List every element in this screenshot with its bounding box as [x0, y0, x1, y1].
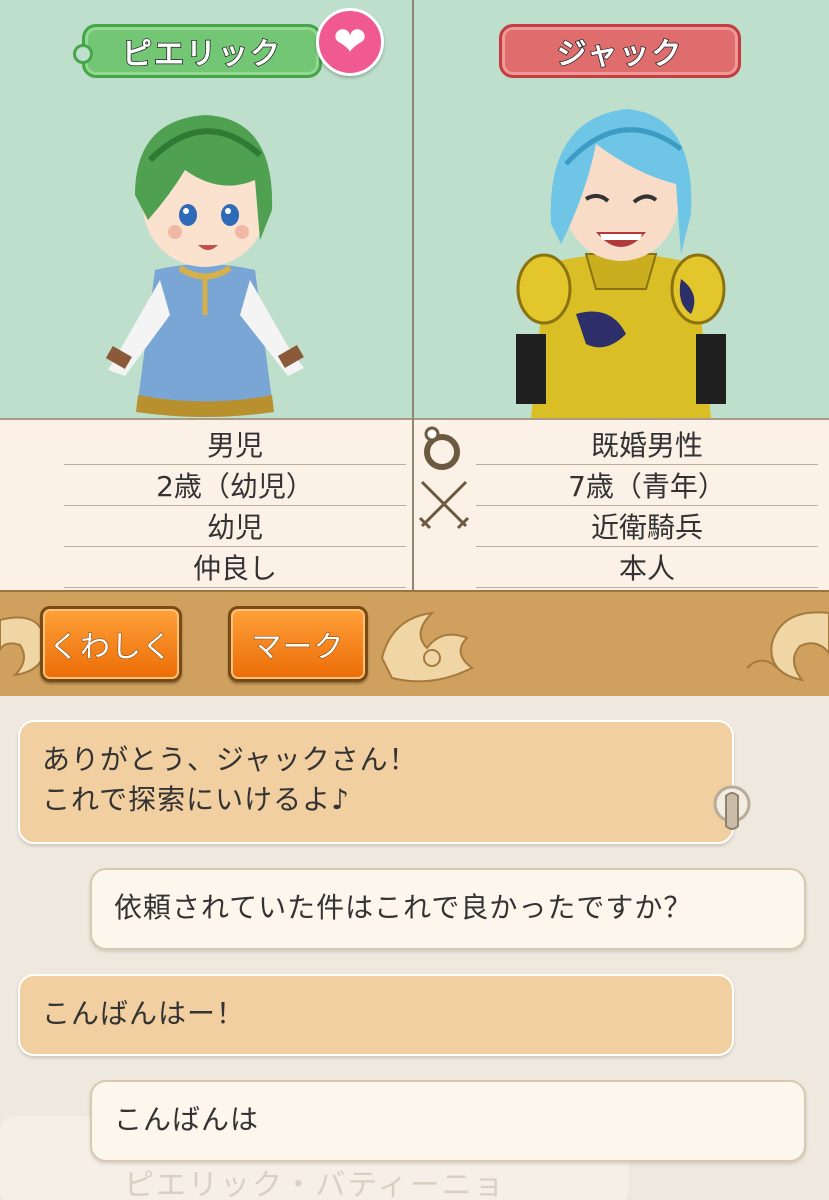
right-character-name: ジャック — [556, 36, 684, 73]
message-line: こんばんはー！ — [42, 997, 246, 1030]
left-character-name: ピエリック — [121, 36, 282, 73]
right-info-gender: 既婚男性 — [476, 424, 818, 465]
right-character-name-tag[interactable]: ジャック — [499, 24, 741, 78]
chat-message-self[interactable]: 依頼されていた件はこれで良かったですか？ — [90, 868, 806, 950]
right-info-relationship: 本人 — [476, 547, 818, 588]
message-line: 依頼されていた件はこれで良かったですか？ — [114, 891, 693, 924]
ornament-center — [380, 611, 474, 683]
right-info-age: 7歳（青年） — [476, 465, 818, 506]
details-button[interactable]: くわしく — [40, 606, 182, 682]
right-info-occupation: 近衛騎兵 — [476, 506, 818, 547]
message-line: ありがとう、ジャックさん！ — [42, 743, 418, 776]
left-info-gender: 男児 — [64, 424, 406, 465]
crossed-swords-icon — [418, 480, 470, 530]
mark-button-label: マーク — [251, 630, 345, 666]
left-character-avatar — [105, 115, 304, 417]
heart-icon: ❤ — [333, 19, 367, 65]
chat-message-self[interactable]: こんばんは — [90, 1080, 806, 1162]
right-character-info: 既婚男性 7歳（青年） 近衛騎兵 本人 — [476, 424, 818, 588]
left-info-age: 2歳（幼児） — [64, 465, 406, 506]
ring-icon — [424, 426, 460, 470]
ornament-right — [746, 611, 829, 682]
status-icons — [418, 426, 470, 530]
left-character-info: 男児 2歳（幼児） 幼児 仲良し — [64, 424, 406, 588]
chat-area[interactable]: ピエリック・バティーニョ ありがとう、ジャックさん！ これで探索にいけるよ♪ 依… — [0, 696, 829, 1200]
background-name-text: ピエリック・バティーニョ — [124, 1168, 506, 1200]
mark-button[interactable]: マーク — [228, 606, 368, 682]
panel-divider — [412, 0, 414, 590]
message-line: こんばんは — [114, 1103, 260, 1136]
details-button-label: くわしく — [49, 630, 173, 666]
chat-message-other[interactable]: ありがとう、ジャックさん！ これで探索にいけるよ♪ — [18, 720, 734, 844]
heart-button[interactable]: ❤ — [316, 8, 384, 76]
right-character-avatar — [516, 109, 726, 418]
tap-icon[interactable] — [712, 784, 756, 834]
chat-message-other[interactable]: こんばんはー！ — [18, 974, 734, 1056]
left-info-occupation: 幼児 — [64, 506, 406, 547]
message-line: これで探索にいけるよ♪ — [42, 783, 351, 816]
left-info-relationship: 仲良し — [64, 547, 406, 588]
left-character-name-tag[interactable]: ピエリック — [73, 24, 322, 78]
